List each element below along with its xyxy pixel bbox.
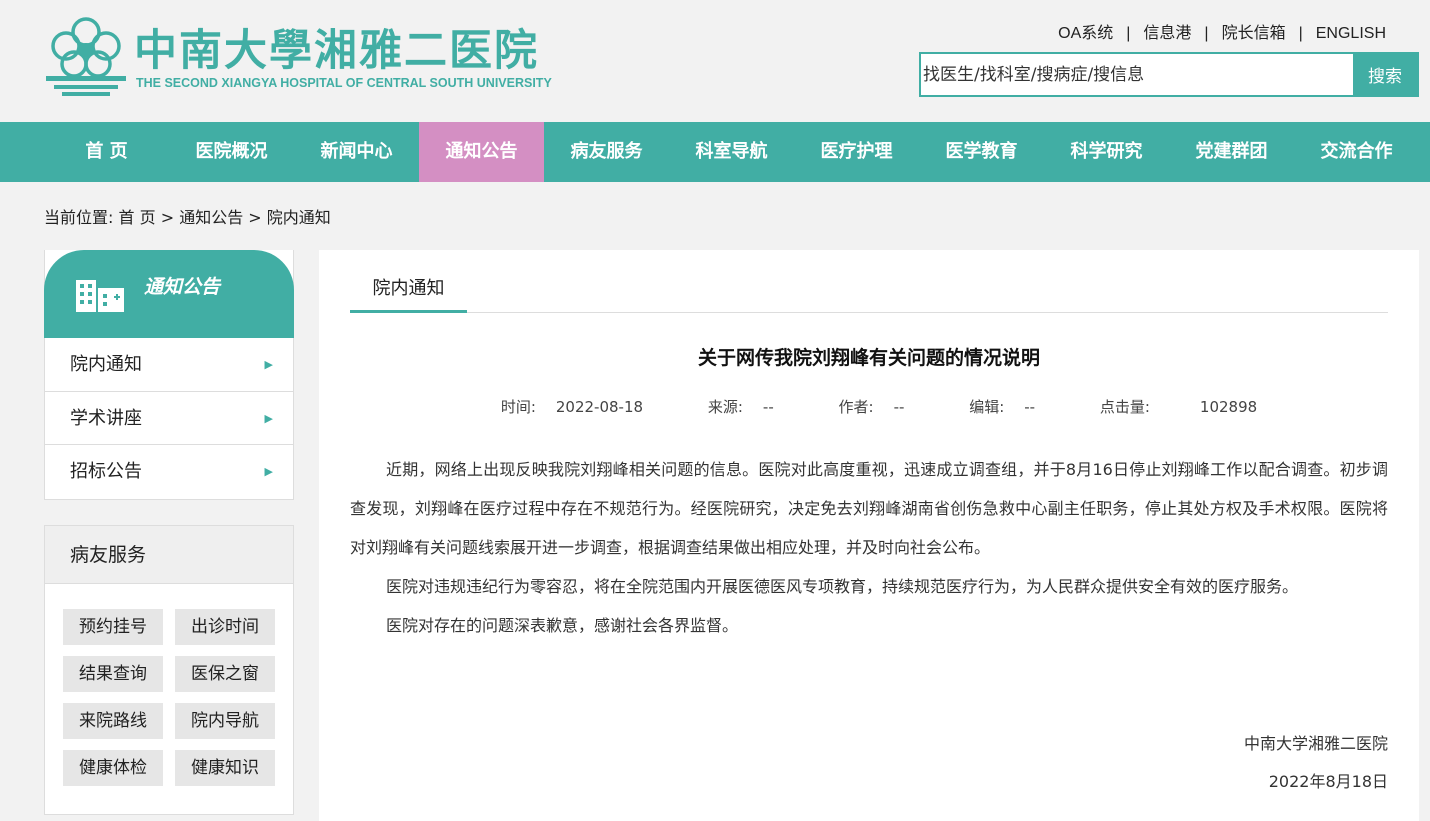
- meta-time-value: 2022-08-18: [555, 398, 644, 416]
- sidebar-title: 通知公告: [144, 276, 221, 298]
- breadcrumb-separator: >: [248, 208, 262, 227]
- article-paragraph: 医院对存在的问题深表歉意，感谢社会各界监督。: [386, 616, 739, 635]
- nav-department-guide[interactable]: 科室导航: [669, 122, 794, 182]
- service-clinic-schedule-button[interactable]: 出诊时间: [175, 609, 275, 645]
- meta-editor-value: --: [1024, 398, 1036, 416]
- meta-views-value: 102898: [1199, 398, 1258, 416]
- president-mailbox-link[interactable]: 院长信箱: [1209, 25, 1299, 42]
- info-port-link[interactable]: 信息港: [1130, 25, 1204, 42]
- nav-scientific-research[interactable]: 科学研究: [1044, 122, 1169, 182]
- breadcrumb-home[interactable]: 首 页: [119, 208, 156, 227]
- service-hospital-navigation-button[interactable]: 院内导航: [175, 703, 275, 739]
- oa-system-link[interactable]: OA系统: [1045, 25, 1126, 42]
- triangle-right-icon: ▶: [264, 411, 273, 425]
- signature-date: 2022年8月18日: [1268, 772, 1388, 791]
- logo-chinese-name: 中南大學湘雅二医院: [134, 26, 539, 76]
- article-panel: 院内通知 关于网传我院刘翔峰有关问题的情况说明 时间: 2022-08-18 来源…: [319, 250, 1419, 821]
- top-links: OA系统 | 信息港 | 院长信箱 | ENGLISH: [1045, 19, 1386, 43]
- breadcrumb-internal-notices[interactable]: 院内通知: [267, 208, 331, 227]
- meta-author-value: --: [893, 398, 905, 416]
- service-medical-insurance-button[interactable]: 医保之窗: [175, 656, 275, 692]
- article-paragraph: 医院对违规违纪行为零容忍，将在全院范围内开展医德医风专项教育，持续规范医疗行为，…: [386, 577, 1299, 596]
- meta-editor: 编辑: --: [969, 398, 1036, 416]
- hospital-logo[interactable]: 中南大學湘雅二医院 THE SECOND XIANGYA HOSPITAL OF…: [44, 12, 564, 102]
- meta-time: 时间: 2022-08-18: [500, 398, 644, 416]
- site-header: 中南大學湘雅二医院 THE SECOND XIANGYA HOSPITAL OF…: [0, 0, 1430, 122]
- nav-home[interactable]: 首 页: [44, 122, 169, 182]
- nav-patient-services[interactable]: 病友服务: [544, 122, 669, 182]
- article-body: 近期，网络上出现反映我院刘翔峰相关问题的信息。医院对此高度重视，迅速成立调查组，…: [350, 450, 1388, 645]
- article-title: 关于网传我院刘翔峰有关问题的情况说明: [697, 347, 1040, 369]
- article-meta: 时间: 2022-08-18 来源: -- 作者: -- 编辑: -- 点击量: 1028…: [319, 396, 1419, 417]
- meta-source: 来源: --: [707, 398, 774, 416]
- patient-services-title: 病友服务: [45, 526, 293, 584]
- breadcrumb: 当前位置: 首 页 > 通知公告 > 院内通知: [44, 204, 331, 228]
- meta-views: 点击量: 102898: [1099, 398, 1258, 416]
- meta-source-value: --: [762, 398, 774, 416]
- nav-medical-care[interactable]: 医疗护理: [794, 122, 919, 182]
- triangle-right-icon: ▶: [264, 358, 273, 371]
- sidebar-item-label: 院内通知: [70, 354, 142, 375]
- nav-exchange-cooperation[interactable]: 交流合作: [1294, 122, 1419, 182]
- nav-hospital-overview[interactable]: 医院概况: [169, 122, 294, 182]
- service-directions-button[interactable]: 来院路线: [63, 703, 163, 739]
- english-link[interactable]: ENGLISH: [1303, 25, 1386, 42]
- meta-author: 作者: --: [838, 398, 905, 416]
- nav-party-groups[interactable]: 党建群团: [1169, 122, 1294, 182]
- article-paragraph: 近期，网络上出现反映我院刘翔峰相关问题的信息。医院对此高度重视，迅速成立调查组，…: [350, 460, 1388, 557]
- nav-news-center[interactable]: 新闻中心: [294, 122, 419, 182]
- nav-notices[interactable]: 通知公告: [419, 122, 544, 182]
- hospital-building-icon: [76, 280, 124, 312]
- search-input[interactable]: [921, 54, 1355, 95]
- service-result-query-button[interactable]: 结果查询: [63, 656, 163, 692]
- service-health-checkup-button[interactable]: 健康体检: [63, 750, 163, 786]
- breadcrumb-prefix: 当前位置:: [44, 208, 114, 227]
- sidebar-item-label: 学术讲座: [70, 407, 142, 429]
- flower-emblem-icon: [46, 17, 126, 96]
- service-appointment-button[interactable]: 预约挂号: [63, 609, 163, 645]
- sidebar-item-academic-lectures[interactable]: 学术讲座 ▶: [45, 392, 293, 445]
- breadcrumb-separator: >: [160, 208, 175, 227]
- sidebar-item-internal-notices[interactable]: 院内通知 ▶: [45, 338, 293, 392]
- signature-organization: 中南大学湘雅二医院: [1243, 734, 1388, 753]
- service-health-knowledge-button[interactable]: 健康知识: [175, 750, 275, 786]
- patient-services-panel: 病友服务 预约挂号 出诊时间 结果查询 医保之窗 来院路线 院内导航 健康体检 …: [44, 525, 294, 815]
- article-signature: 中南大学湘雅二医院 2022年8月18日: [1244, 725, 1388, 801]
- main-nav: 首 页 医院概况 新闻中心 通知公告 病友服务 科室导航 医疗护理 医学教育 科…: [0, 122, 1430, 182]
- patient-services-grid: 预约挂号 出诊时间 结果查询 医保之窗 来院路线 院内导航 健康体检 健康知识: [63, 609, 277, 786]
- notice-category-menu: 通知公告 院内通知 ▶ 学术讲座 ▶ 招标公告 ▶: [44, 250, 294, 500]
- logo-english-name: THE SECOND XIANGYA HOSPITAL OF CENTRAL S…: [136, 76, 552, 90]
- search-button[interactable]: 搜索: [1353, 54, 1417, 95]
- sidebar-item-tender-notices[interactable]: 招标公告 ▶: [45, 445, 293, 499]
- sidebar-header: 通知公告: [44, 250, 294, 338]
- sidebar-item-label: 招标公告: [70, 461, 142, 482]
- triangle-right-icon: ▶: [264, 465, 273, 478]
- search-box: 搜索: [919, 52, 1419, 97]
- tab-internal-notices[interactable]: 院内通知: [350, 270, 467, 313]
- breadcrumb-notices[interactable]: 通知公告: [179, 208, 243, 227]
- nav-medical-education[interactable]: 医学教育: [919, 122, 1044, 182]
- article-tab-bar: 院内通知: [350, 270, 1388, 313]
